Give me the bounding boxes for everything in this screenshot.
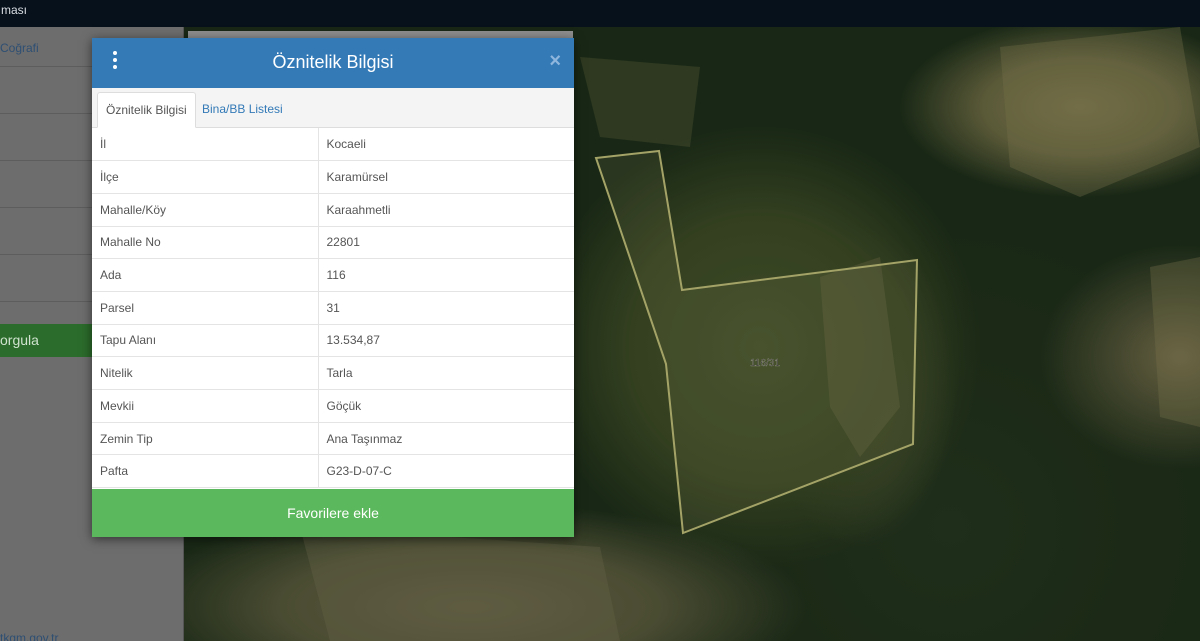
top-bar-title: ması	[1, 3, 28, 17]
row-value: Karaahmetli	[318, 193, 574, 227]
table-row: Pafta G23-D-07-C	[92, 454, 574, 489]
row-key: Mahalle No	[92, 226, 319, 260]
row-key: İl	[92, 128, 319, 162]
row-value: 31	[318, 291, 574, 325]
footer-link[interactable]: tkgm.gov.tr	[0, 631, 58, 641]
row-key: Nitelik	[92, 356, 319, 390]
table-row: Ada 116	[92, 258, 574, 292]
table-row: Zemin Tip Ana Taşınmaz	[92, 422, 574, 456]
row-key: Zemin Tip	[92, 422, 319, 456]
row-value: 13.534,87	[318, 324, 574, 358]
row-value: Tarla	[318, 356, 574, 390]
row-value: Ana Taşınmaz	[318, 422, 574, 456]
row-key: Mahalle/Köy	[92, 193, 319, 227]
row-key: Ada	[92, 258, 319, 292]
dialog-title: Öznitelik Bilgisi	[272, 52, 394, 72]
sidebar-item-label: Coğrafi	[0, 41, 39, 55]
table-row: Tapu Alanı 13.534,87	[92, 324, 574, 358]
table-row: Nitelik Tarla	[92, 356, 574, 390]
row-value: G23-D-07-C	[318, 454, 574, 489]
attribute-table: İl Kocaeli İlçe Karamürsel Mahalle/Köy Kara…	[92, 128, 574, 489]
row-value: Karamürsel	[318, 160, 574, 194]
row-value: Kocaeli	[318, 128, 574, 162]
table-row: Mahalle No 22801	[92, 226, 574, 260]
close-icon[interactable]: ×	[549, 50, 561, 73]
table-row: Mevkii Göçük	[92, 389, 574, 423]
row-key: Mevkii	[92, 389, 319, 423]
table-row: İl Kocaeli	[92, 128, 574, 162]
row-key: Parsel	[92, 291, 319, 325]
dialog-header: Öznitelik Bilgisi ×	[92, 38, 574, 88]
table-row: Parsel 31	[92, 291, 574, 325]
dialog-tabs: Öznitelik Bilgisi Bina/BB Listesi	[92, 88, 574, 128]
attribute-dialog: Öznitelik Bilgisi × Öznitelik Bilgisi Bi…	[92, 38, 574, 537]
row-value: Göçük	[318, 389, 574, 423]
table-row: Mahalle/Köy Karaahmetli	[92, 193, 574, 227]
top-bar: ması	[0, 0, 1200, 27]
row-key: Tapu Alanı	[92, 324, 319, 358]
tab-building-list[interactable]: Bina/BB Listesi	[194, 92, 291, 128]
add-to-favorites-button[interactable]: Favorilere ekle	[92, 489, 574, 537]
row-key: Pafta	[92, 454, 319, 489]
row-key: İlçe	[92, 160, 319, 194]
table-row: İlçe Karamürsel	[92, 160, 574, 194]
tab-attribute-info[interactable]: Öznitelik Bilgisi	[97, 92, 196, 128]
row-value: 116	[318, 258, 574, 292]
row-value: 22801	[318, 226, 574, 260]
kebab-menu-icon[interactable]	[108, 51, 122, 73]
